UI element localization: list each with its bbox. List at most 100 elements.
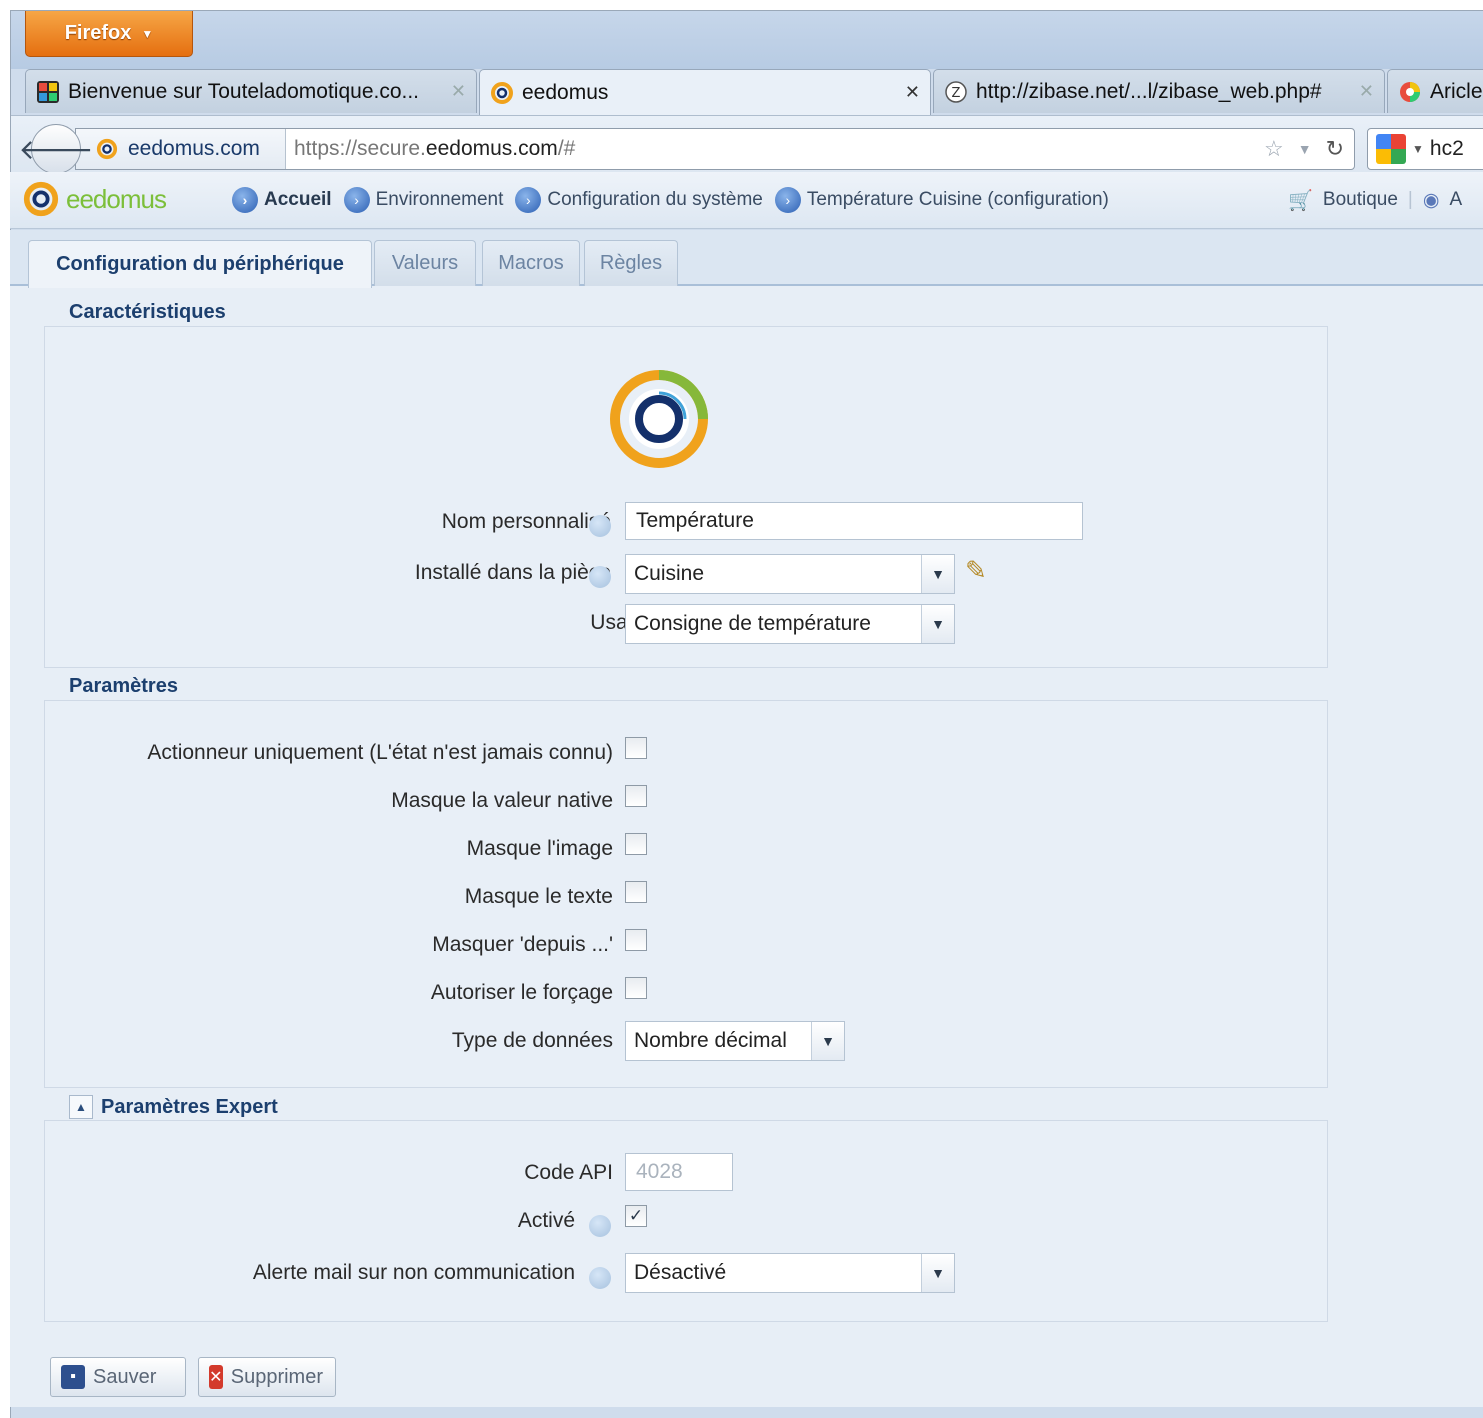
close-tab-icon[interactable]: ✕: [451, 81, 466, 102]
main-content: Caractéristiques Nom personnalisé Tempér…: [10, 286, 1483, 1407]
chevron-down-icon: ▼: [141, 26, 154, 41]
browser-tab-eedomus[interactable]: eedomus ✕: [479, 69, 931, 115]
breadcrumb-item-environnement[interactable]: › Environnement: [343, 187, 503, 213]
puzzle-favicon-icon: [37, 80, 59, 103]
collapse-arrow-icon[interactable]: ▲: [69, 1095, 93, 1119]
usage-select[interactable]: Consigne de température ▼: [625, 604, 955, 644]
url-bar-icons: ☆ ▼ ↻: [1264, 129, 1344, 169]
firefox-menu-button[interactable]: Firefox ▼: [25, 11, 193, 57]
browser-tab-zibase[interactable]: Z http://zibase.net/...l/zibase_web.php#…: [933, 69, 1385, 113]
room-select[interactable]: Cuisine ▼: [625, 554, 955, 594]
app-nav-right: 🛒 Boutique | ◉ A: [1288, 172, 1462, 228]
checkbox-label: Masque la valeur native: [391, 789, 613, 812]
hide-since-checkbox[interactable]: [625, 929, 647, 951]
back-button[interactable]: 🡐: [18, 124, 94, 174]
browser-tab-aricle[interactable]: Aricle: [1387, 69, 1483, 113]
arrow-circle-icon: ›: [515, 187, 542, 213]
tab-label: Configuration du périphérique: [56, 253, 344, 275]
arrow-circle-icon: ›: [774, 187, 801, 213]
delete-button-label: Supprimer: [230, 1365, 323, 1388]
chevron-down-icon[interactable]: ▼: [811, 1022, 844, 1060]
actuator-only-checkbox[interactable]: [625, 737, 647, 759]
help-icon[interactable]: [589, 1267, 611, 1289]
title-bar: Firefox ▼: [11, 11, 1483, 69]
delete-x-icon: ✕: [209, 1365, 223, 1389]
eedomus-favicon-icon: [491, 81, 513, 104]
picasa-favicon-icon: [1400, 81, 1420, 102]
expert-parameters-section: ▲ Paramètres Expert Code API 4028 Activé…: [44, 1095, 1328, 1322]
shopping-cart-icon: 🛒: [1288, 189, 1313, 212]
tab-valeurs[interactable]: Valeurs: [374, 240, 476, 286]
site-identity-button[interactable]: eedomus.com: [76, 129, 286, 169]
breadcrumb-item-configuration-systeme[interactable]: › Configuration du système: [515, 187, 763, 213]
alert-mail-select-value: Désactivé: [634, 1261, 727, 1284]
reload-icon[interactable]: ↻: [1326, 136, 1344, 162]
eedomus-logo[interactable]: eedomus: [22, 180, 167, 218]
hide-image-checkbox[interactable]: [625, 833, 647, 855]
browser-tab-touteladomotique[interactable]: Bienvenue sur Touteladomotique.co... ✕: [25, 69, 477, 113]
help-icon[interactable]: [589, 1215, 611, 1237]
chevron-down-icon[interactable]: ▼: [921, 555, 954, 593]
firefox-menu-label: Firefox: [64, 22, 132, 44]
site-identity-label: eedomus.com: [128, 137, 260, 160]
help-icon[interactable]: [589, 566, 611, 588]
shop-link[interactable]: Boutique: [1323, 189, 1398, 211]
search-engine-dropdown-icon[interactable]: ▼: [1412, 142, 1424, 156]
help-globe-icon: ◉: [1422, 189, 1440, 211]
svg-text:Z: Z: [952, 86, 961, 101]
url-bar[interactable]: eedomus.com https://secure.eedomus.com/#…: [75, 128, 1355, 170]
checkbox-label: Masque l'image: [466, 837, 613, 860]
data-type-select[interactable]: Nombre décimal ▼: [625, 1021, 845, 1061]
edit-pencil-icon[interactable]: ✎: [965, 555, 987, 586]
tab-title: http://zibase.net/...l/zibase_web.php#: [976, 79, 1322, 103]
eedomus-favicon-icon: [96, 138, 118, 160]
chevron-down-icon[interactable]: ▼: [921, 1254, 954, 1292]
breadcrumb-label: Configuration du système: [547, 189, 763, 210]
search-input[interactable]: hc2: [1430, 137, 1464, 161]
checkbox-label: Masque le texte: [464, 885, 613, 908]
bookmark-star-icon[interactable]: ☆: [1264, 136, 1284, 162]
tab-macros[interactable]: Macros: [482, 240, 580, 286]
url-text[interactable]: https://secure.eedomus.com/#: [294, 129, 575, 169]
save-button[interactable]: ▪ Sauver: [50, 1357, 186, 1397]
section-legend: Caractéristiques: [65, 301, 230, 324]
google-search-icon[interactable]: [1376, 134, 1406, 164]
tab-title: eedomus: [522, 80, 609, 104]
breadcrumb-item-accueil[interactable]: › Accueil: [232, 187, 332, 213]
next-nav-item[interactable]: A: [1449, 189, 1462, 211]
name-input[interactable]: Température: [625, 502, 1083, 540]
arrow-circle-icon: ›: [232, 187, 258, 213]
history-dropdown-icon[interactable]: ▼: [1298, 141, 1312, 157]
search-box[interactable]: ▼ hc2: [1367, 128, 1483, 170]
url-domain: eedomus.com: [425, 137, 558, 160]
tab-title: Aricle: [1430, 79, 1483, 103]
checkbox-label: Actionneur uniquement (L'état n'est jama…: [147, 741, 613, 764]
close-tab-icon[interactable]: ✕: [905, 82, 920, 103]
section-title: Paramètres Expert: [101, 1095, 278, 1118]
breadcrumb-label: Température Cuisine (configuration): [806, 189, 1109, 210]
save-button-label: Sauver: [93, 1365, 157, 1388]
close-tab-icon[interactable]: ✕: [1359, 81, 1374, 102]
tab-title: Bienvenue sur Touteladomotique.co...: [68, 79, 420, 103]
room-select-value: Cuisine: [634, 562, 705, 585]
zibase-favicon-icon: Z: [945, 80, 967, 103]
tab-label: Règles: [599, 252, 663, 274]
alert-mail-select[interactable]: Désactivé ▼: [625, 1253, 955, 1293]
chevron-down-icon[interactable]: ▼: [921, 605, 954, 643]
api-code-field: 4028: [625, 1153, 733, 1191]
tab-regles[interactable]: Règles: [584, 240, 678, 286]
hide-text-checkbox[interactable]: [625, 881, 647, 903]
tab-label: Valeurs: [391, 252, 459, 274]
breadcrumb-item-temperature-cuisine[interactable]: › Température Cuisine (configuration): [774, 187, 1109, 213]
device-icon: [610, 370, 708, 468]
breadcrumb: › Accueil › Environnement › Configuratio…: [232, 172, 1109, 228]
tab-configuration[interactable]: Configuration du périphérique: [28, 240, 372, 288]
tab-label: Macros: [498, 252, 564, 274]
section-title: Caractéristiques: [69, 301, 226, 323]
hide-native-value-checkbox[interactable]: [625, 785, 647, 807]
help-icon[interactable]: [589, 515, 611, 537]
active-checkbox[interactable]: ✓: [625, 1205, 647, 1227]
parameters-section: Paramètres Actionneur uniquement (L'état…: [44, 675, 1328, 1088]
delete-button[interactable]: ✕ Supprimer: [198, 1357, 336, 1397]
allow-forcing-checkbox[interactable]: [625, 977, 647, 999]
